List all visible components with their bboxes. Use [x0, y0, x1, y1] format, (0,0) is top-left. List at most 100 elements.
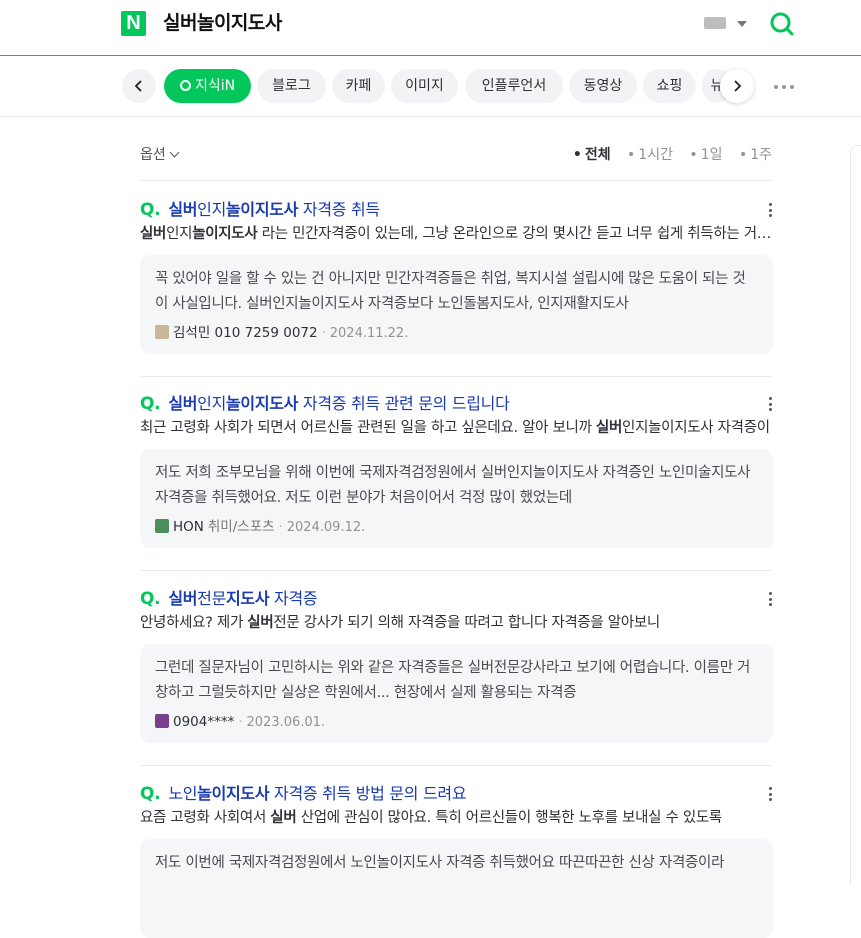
caret-down-icon[interactable]: [737, 21, 747, 27]
plain-text: 인지: [166, 226, 193, 242]
tab-label: 지식iN: [194, 78, 236, 94]
chevron-right-icon: [734, 80, 742, 92]
filter-all[interactable]: 전체: [573, 147, 611, 163]
q-mark: Q.: [140, 200, 161, 220]
highlight-text: 실버: [247, 615, 274, 631]
hat-icon: [155, 714, 169, 728]
kebab-menu-icon[interactable]: [767, 592, 773, 608]
search-tabs: 지식iN 블로그 카페 이미지 인플루언서 동영상 쇼핑 뉴: [0, 57, 861, 117]
highlight-text: 실버: [270, 810, 297, 826]
question-title-link[interactable]: Q. 노인놀이지도사 자격증 취득 방법 문의 드려요: [140, 783, 740, 805]
plain-text: 요즘 고령화 사회여서: [140, 810, 271, 826]
logo-letter: N: [126, 12, 141, 34]
answer-card[interactable]: 꼭 있어야 일을 할 수 있는 건 아니지만 민간자격증들은 취업, 복지시설 …: [140, 255, 773, 354]
highlight-text: 놀이지도사: [226, 200, 299, 219]
tab-influencer[interactable]: 인플루언서: [465, 69, 563, 103]
answer-date: 2024.11.22.: [318, 326, 409, 341]
highlight-text: 놀이지도사: [226, 394, 299, 413]
side-panel-edge: [850, 145, 861, 885]
answer-meta: HON취미/스포츠2024.09.12.: [155, 517, 365, 538]
answer-card[interactable]: 그런데 질문자님이 고민하시는 위와 같은 자격증들은 실버전문강사라고 보기에…: [140, 644, 773, 743]
kebab-menu-icon[interactable]: [767, 203, 773, 219]
highlight-text: 실버: [140, 226, 167, 242]
plain-text: 전문 강사가 되기 의해 자격증을 따려고 합니다 자격증을 알아보니: [273, 615, 660, 631]
tab-video[interactable]: 동영상: [569, 69, 637, 103]
question-description: 실버인지놀이지도사 라는 민간자격증이 있는데, 그냥 온라인으로 강의 몇시간…: [140, 223, 773, 245]
filter-1day[interactable]: 1일: [689, 147, 722, 163]
tabs-prev-button[interactable]: [122, 69, 156, 103]
tabs-next-button[interactable]: [720, 69, 754, 103]
plain-text: 인지: [197, 200, 226, 219]
naver-logo[interactable]: N: [121, 11, 146, 36]
answer-text: 저도 저희 조부모님을 위해 이번에 국제자격검정원에서 실버인지놀이지도사 자…: [155, 465, 751, 506]
answer-card[interactable]: 저도 이번에 국제자격검정원에서 노인놀이지도사 자격증 취득했어요 따끈따끈한…: [140, 839, 773, 938]
highlight-text: 실버: [595, 420, 623, 436]
highlight-text: 실버: [168, 200, 198, 219]
highlight-text: 놀이지도사: [192, 226, 258, 242]
search-query[interactable]: 실버놀이지도사: [163, 10, 282, 36]
plain-text: 노인: [168, 784, 198, 803]
tab-cafe[interactable]: 카페: [332, 69, 385, 103]
plain-text: 최근 고령화 사회가 되면서 어르신들 관련된 일을 하고 싶은데요. 알아 보…: [140, 420, 596, 436]
highlight-text: 실버: [168, 589, 198, 608]
divider: [140, 765, 772, 766]
tab-shopping[interactable]: 쇼핑: [643, 69, 696, 103]
answer-text: 꼭 있어야 일을 할 수 있는 건 아니지만 민간자격증들은 취업, 복지시설 …: [155, 271, 746, 312]
tab-image[interactable]: 이미지: [391, 69, 458, 103]
filter-1week[interactable]: 1주: [739, 147, 772, 163]
plain-text: 자격증 취득: [298, 200, 380, 219]
option-toggle[interactable]: 옵션: [140, 144, 180, 164]
answer-text: 그런데 질문자님이 고민하시는 위와 같은 자격증들은 실버전문강사라고 보기에…: [155, 660, 751, 701]
plain-text: 인지놀이지도사 자격증이: [622, 420, 770, 436]
tab-jisikin[interactable]: 지식iN: [164, 69, 251, 103]
plain-text: 산업에 관심이 많아요. 특히 어르신들이 행복한 노후를 보내실 수 있도록: [296, 810, 723, 826]
plain-text: 인지: [197, 394, 226, 413]
author-name[interactable]: HON: [173, 519, 204, 535]
jisikin-q-icon: [179, 80, 191, 91]
chevron-left-icon: [134, 80, 142, 92]
plain-text: 자격증: [269, 589, 318, 608]
tab-blog[interactable]: 블로그: [257, 69, 326, 103]
highlight-text: 실버: [168, 394, 198, 413]
plain-text: 안녕하세요? 제가: [140, 615, 248, 631]
plain-text: 라는 민간자격증이 있는데, 그냥 온라인으로 강의 몇시간 듣고 너무 쉽게 …: [257, 226, 773, 242]
answer-card[interactable]: 저도 저희 조부모님을 위해 이번에 국제자격검정원에서 실버인지놀이지도사 자…: [140, 449, 773, 548]
answer-meta: 김석민 010 7259 00722024.11.22.: [155, 323, 408, 344]
divider: [140, 376, 772, 377]
q-mark: Q.: [140, 394, 161, 414]
more-icon[interactable]: [774, 85, 796, 91]
category-label[interactable]: 취미/스포츠: [208, 519, 275, 535]
divider: [140, 570, 772, 571]
author-name[interactable]: 0904****: [173, 714, 234, 730]
answer-date: 2024.09.12.: [275, 520, 366, 535]
question-description: 최근 고령화 사회가 되면서 어르신들 관련된 일을 하고 싶은데요. 알아 보…: [140, 417, 773, 439]
time-filters: 전체 1시간 1일 1주: [561, 144, 772, 164]
header: N 실버놀이지도사: [0, 0, 861, 56]
question-description: 요즘 고령화 사회여서 실버 산업에 관심이 많아요. 특히 어르신들이 행복한…: [140, 807, 773, 829]
highlight-text: 놀이지도사: [197, 784, 270, 803]
divider: [140, 180, 772, 181]
question-title-link[interactable]: Q. 실버전문지도사 자격증: [140, 588, 740, 610]
kebab-menu-icon[interactable]: [767, 787, 773, 803]
question-description: 안녕하세요? 제가 실버전문 강사가 되기 의해 자격증을 따려고 합니다 자격…: [140, 612, 773, 634]
answer-meta: 0904****2023.06.01.: [155, 712, 325, 733]
keyboard-icon[interactable]: [704, 17, 726, 29]
question-title-link[interactable]: Q. 실버인지놀이지도사 자격증 취득 관련 문의 드립니다: [140, 393, 740, 415]
plant-icon: [155, 519, 169, 533]
filter-1hour[interactable]: 1시간: [627, 147, 673, 163]
answer-text: 저도 이번에 국제자격검정원에서 노인놀이지도사 자격증 취득했어요 따끈따끈한…: [155, 855, 725, 871]
option-label: 옵션: [140, 147, 166, 163]
q-mark: Q.: [140, 589, 161, 609]
answer-date: 2023.06.01.: [234, 715, 325, 730]
question-title-link[interactable]: Q. 실버인지놀이지도사 자격증 취득: [140, 199, 740, 221]
kebab-menu-icon[interactable]: [767, 397, 773, 413]
plain-text: 전문: [197, 589, 226, 608]
search-icon[interactable]: [768, 10, 796, 38]
q-mark: Q.: [140, 784, 161, 804]
plain-text: 자격증 취득 관련 문의 드립니다: [298, 394, 510, 413]
author-name[interactable]: 김석민 010 7259 0072: [173, 325, 318, 341]
plain-text: 자격증 취득 방법 문의 드려요: [269, 784, 467, 803]
business-card-icon: [155, 325, 169, 339]
chevron-down-icon: [169, 147, 180, 158]
highlight-text: 지도사: [226, 589, 270, 608]
